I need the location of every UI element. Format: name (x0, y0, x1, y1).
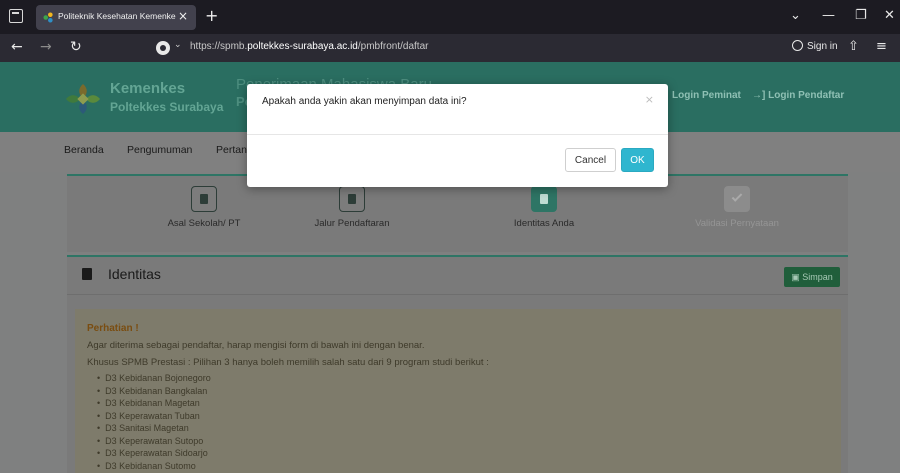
tab-close-icon[interactable]: × (178, 9, 188, 23)
step-identitas-anda[interactable]: Identitas Anda (474, 186, 614, 229)
step-jalur-pendaftaran[interactable]: Jalur Pendaftaran (282, 186, 422, 229)
list-item: D3 Keperawatan Sutopo (97, 435, 841, 448)
list-item: D3 Kebidanan Bangkalan (97, 385, 841, 398)
cancel-button[interactable]: Cancel (565, 148, 616, 172)
sign-in-button[interactable]: Sign in (792, 40, 838, 52)
login-peminat-link[interactable]: Login Peminat (672, 90, 741, 101)
identitas-card: Identitas ▣ Simpan Perhatian ! Agar dite… (67, 255, 848, 473)
step-label: Identitas Anda (513, 218, 575, 229)
list-item: D3 Kebidanan Bojonegoro (97, 372, 841, 385)
account-icon (792, 40, 803, 51)
save-icon: ▣ (791, 271, 803, 282)
step-validasi-pernyataan: Validasi Pernyataan (667, 186, 807, 229)
browser-tab-bar: Politeknik Kesehatan Kemenkes × + ⌄ — ❐ … (0, 0, 900, 34)
url-text[interactable]: https://spmb.poltekkes-surabaya.ac.id/pm… (190, 41, 428, 52)
menu-icon[interactable]: ≡ (876, 39, 887, 54)
brand-subtitle: Poltekkes Surabaya (110, 100, 224, 114)
close-icon[interactable]: ✕ (884, 8, 895, 23)
program-list: D3 Kebidanan Bojonegoro D3 Kebidanan Ban… (97, 372, 841, 472)
url-bar[interactable]: ⌄ https://spmb.poltekkes-surabaya.ac.id/… (148, 37, 678, 59)
confirm-message: Apakah anda yakin akan menyimpan data in… (262, 96, 467, 107)
list-item: D3 Kebidanan Magetan (97, 397, 841, 410)
login-pendaftar-link[interactable]: →] Login Pendaftar (752, 90, 844, 101)
browser-tab[interactable]: Politeknik Kesehatan Kemenkes × (36, 5, 196, 30)
step-label: Validasi Pernyataan (695, 218, 779, 229)
site-info-icon[interactable] (156, 41, 170, 55)
notice-text: Agar diterima sebagai pendaftar, harap m… (87, 340, 425, 351)
kemenkes-logo-icon (66, 84, 100, 114)
notice-box: Perhatian ! Agar diterima sebagai pendaf… (75, 309, 841, 473)
checkmark-icon (724, 186, 750, 212)
list-item: D3 Keperawatan Tuban (97, 410, 841, 423)
back-arrow-icon[interactable]: ← (11, 39, 23, 55)
step-label: Jalur Pendaftaran (314, 218, 390, 229)
list-item: D3 Kebidanan Sutomo (97, 460, 841, 473)
close-icon[interactable]: × (645, 93, 654, 106)
brand-name: Kemenkes (110, 80, 186, 97)
share-icon[interactable]: ⇧ (848, 39, 859, 54)
simpan-button[interactable]: ▣ Simpan (784, 267, 840, 287)
poltekkes-favicon-icon (43, 12, 53, 23)
ok-button[interactable]: OK (621, 148, 654, 172)
calendar-icon (339, 186, 365, 212)
id-card-icon (531, 186, 557, 212)
step-label: Asal Sekolah/ PT (167, 218, 241, 229)
step-asal-sekolah[interactable]: Asal Sekolah/ PT (134, 186, 274, 229)
notice-text: Khusus SPMB Prestasi : Pilihan 3 hanya b… (87, 357, 489, 368)
id-card-icon (82, 268, 92, 280)
forward-arrow-icon[interactable]: → (40, 39, 52, 55)
tab-title: Politeknik Kesehatan Kemenkes (58, 11, 176, 21)
notice-title: Perhatian ! (87, 323, 139, 334)
login-icon: →] (752, 90, 766, 101)
list-item: D3 Keperawatan Sidoarjo (97, 447, 841, 460)
dialog-divider (247, 134, 668, 135)
menu-item-pengumuman[interactable]: Pengumuman (127, 144, 192, 156)
tab-list-icon[interactable] (9, 9, 23, 23)
new-tab-button[interactable]: + (205, 6, 218, 25)
school-icon (191, 186, 217, 212)
minimize-icon[interactable]: — (822, 8, 835, 23)
browser-nav-bar: ← → ↻ ⌄ https://spmb.poltekkes-surabaya.… (0, 34, 900, 62)
maximize-icon[interactable]: ❐ (855, 8, 867, 23)
confirm-dialog: Apakah anda yakin akan menyimpan data in… (247, 84, 668, 187)
menu-item-beranda[interactable]: Beranda (64, 144, 104, 156)
identitas-header: Identitas ▣ Simpan (67, 257, 848, 295)
chevron-down-icon[interactable]: ⌄ (174, 40, 182, 50)
list-item: D3 Sanitasi Magetan (97, 422, 841, 435)
tab-overflow-chevron-icon[interactable]: ⌄ (790, 8, 801, 23)
identitas-title: Identitas (108, 266, 161, 282)
reload-icon[interactable]: ↻ (70, 39, 82, 55)
